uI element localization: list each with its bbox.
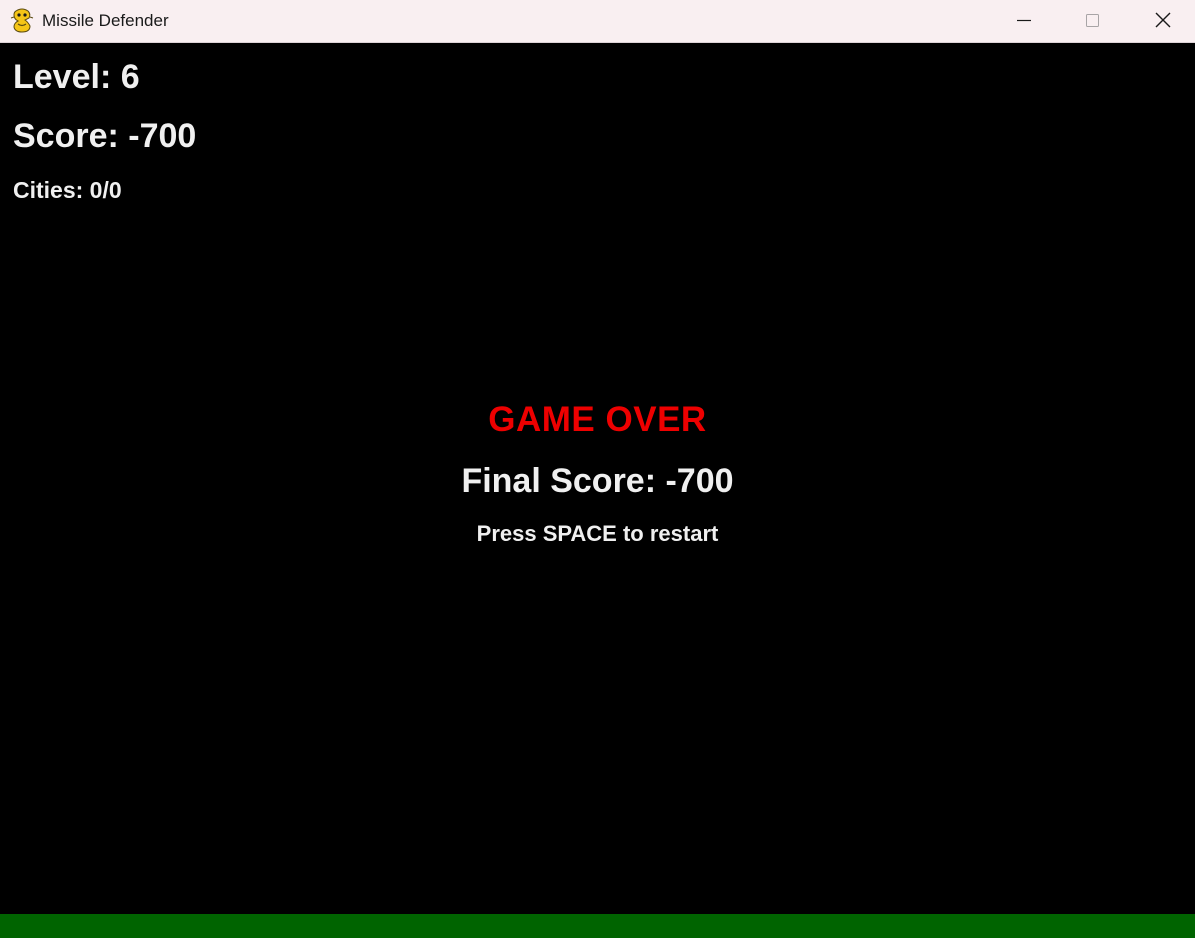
game-window: Missile Defender Level: 6 Score: -700 Ci… xyxy=(0,0,1195,938)
game-canvas[interactable]: Level: 6 Score: -700 Cities: 0/0 GAME OV… xyxy=(0,43,1195,938)
maximize-icon xyxy=(1086,14,1099,27)
title-bar[interactable]: Missile Defender xyxy=(0,0,1195,43)
game-over-heading: GAME OVER xyxy=(488,400,707,439)
window-title: Missile Defender xyxy=(42,11,169,30)
score-display: Score: -700 xyxy=(13,117,197,155)
maximize-button[interactable] xyxy=(1058,0,1126,42)
final-score-text: Final Score: -700 xyxy=(461,462,734,500)
minimize-button[interactable] xyxy=(990,0,1058,42)
python-snake-icon xyxy=(10,8,34,34)
restart-prompt: Press SPACE to restart xyxy=(476,521,719,546)
close-icon xyxy=(1155,12,1171,28)
ground-strip xyxy=(0,914,1195,938)
level-display: Level: 6 xyxy=(13,58,140,96)
minimize-icon xyxy=(1017,19,1031,22)
close-button[interactable] xyxy=(1128,0,1195,42)
cities-display: Cities: 0/0 xyxy=(13,177,122,203)
